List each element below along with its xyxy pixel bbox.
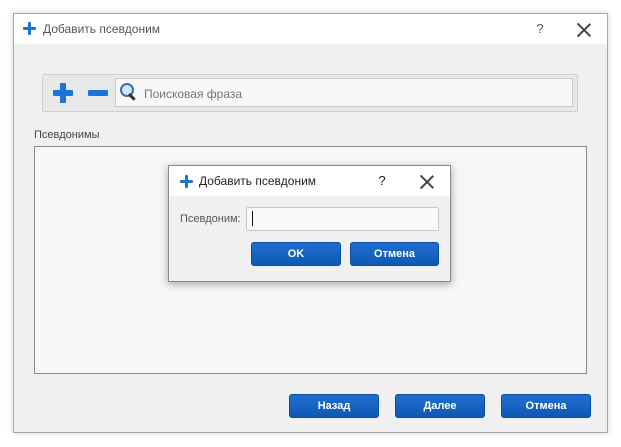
back-button[interactable]: Назад xyxy=(289,394,379,418)
help-button[interactable]: ? xyxy=(372,172,392,190)
close-icon[interactable] xyxy=(419,174,435,190)
remove-alias-icon[interactable] xyxy=(88,90,108,96)
alias-input[interactable] xyxy=(246,207,439,231)
alias-field-label: Псевдоним: xyxy=(180,213,241,225)
aliases-label: Псевдонимы xyxy=(34,129,100,141)
plus-icon xyxy=(23,22,36,35)
ok-button[interactable]: OK xyxy=(251,242,341,266)
next-button[interactable]: Далее xyxy=(395,394,485,418)
magnifier-icon xyxy=(119,82,139,102)
text-caret xyxy=(252,211,253,226)
close-icon[interactable] xyxy=(576,22,592,38)
search-box xyxy=(115,78,573,108)
add-alias-dialog: Добавить псевдоним ? Псевдоним: OK Отмен… xyxy=(168,165,451,282)
plus-icon xyxy=(180,175,193,188)
dialog-title: Добавить псевдоним xyxy=(199,174,317,188)
window-title: Добавить псевдоним xyxy=(43,22,161,36)
window-titlebar: Добавить псевдоним ? xyxy=(14,14,607,44)
alias-toolbar xyxy=(42,74,578,112)
search-input[interactable] xyxy=(142,79,566,108)
dialog-titlebar: Добавить псевдоним ? xyxy=(169,166,450,196)
help-button[interactable]: ? xyxy=(530,20,550,38)
cancel-button[interactable]: Отмена xyxy=(501,394,591,418)
dialog-cancel-button[interactable]: Отмена xyxy=(350,242,439,266)
add-alias-icon[interactable] xyxy=(53,83,73,103)
